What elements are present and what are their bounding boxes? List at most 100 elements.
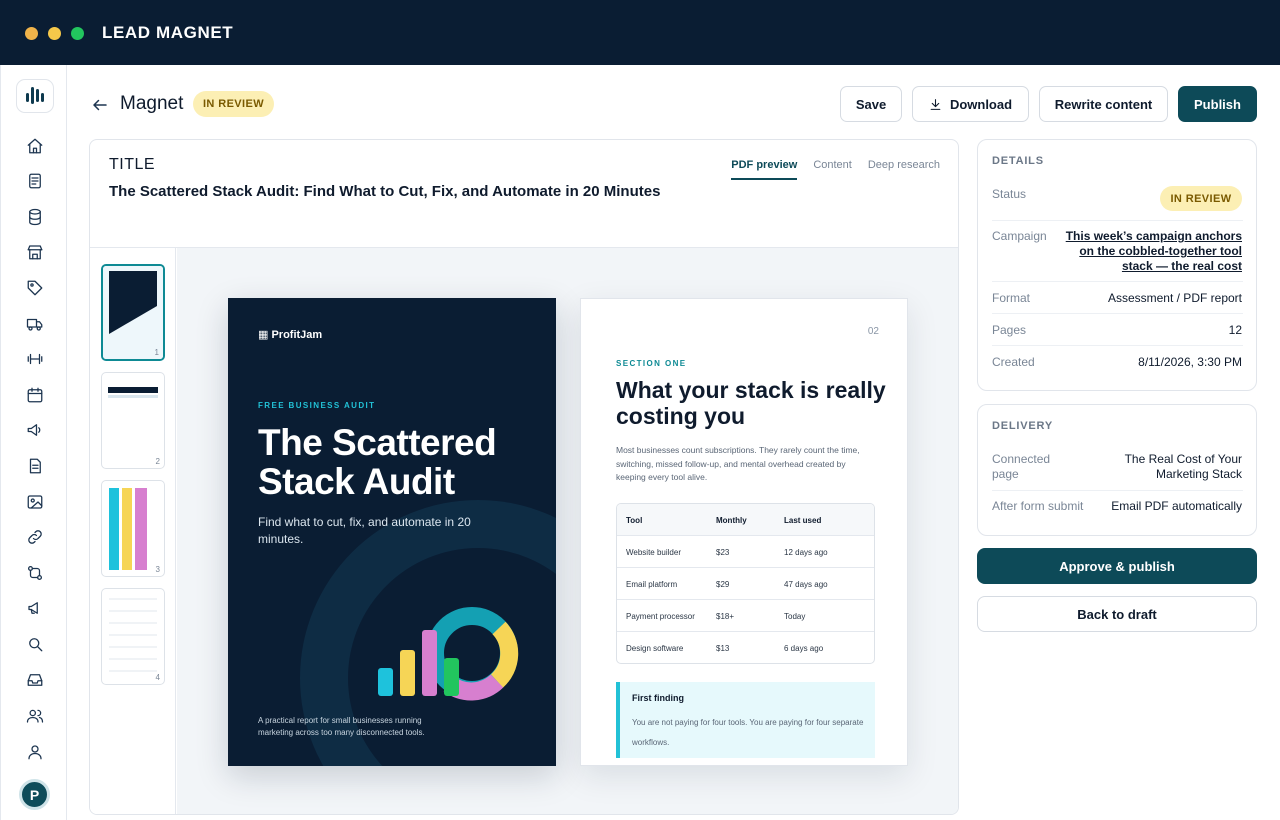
table-header: Last used — [784, 516, 822, 525]
window-maximize-dot[interactable] — [71, 27, 84, 40]
details-heading: DETAILS — [992, 155, 1044, 167]
tab-deep-research[interactable]: Deep research — [868, 159, 940, 180]
cost-table: Tool Monthly Last used Website builder $… — [616, 503, 875, 664]
format-label: Format — [992, 291, 1031, 305]
download-icon — [930, 98, 941, 110]
table-cell: Website builder — [626, 548, 681, 557]
format-value: Assessment / PDF report — [1107, 291, 1242, 305]
table-row: Design software $13 6 days ago — [617, 632, 874, 663]
delivery-heading: DELIVERY — [992, 420, 1054, 432]
cover-brand: ▦ ProfitJam — [258, 329, 323, 341]
finding-title: First finding — [632, 693, 684, 703]
home-icon[interactable] — [24, 135, 46, 157]
announce-icon[interactable] — [24, 597, 46, 619]
page-number: 02 — [867, 326, 879, 337]
app-logo-icon[interactable] — [16, 79, 54, 113]
save-button-label: Save — [855, 96, 887, 112]
magnet-title[interactable]: The Scattered Stack Audit: Find What to … — [109, 183, 660, 200]
window-close-dot[interactable] — [25, 27, 38, 40]
connected-page-label: Connected page — [992, 452, 1051, 481]
title-label: TITLE — [109, 156, 156, 173]
publish-button[interactable]: Publish — [1178, 86, 1257, 122]
rewrite-content-button[interactable]: Rewrite content — [1039, 86, 1168, 122]
status-label: Status — [992, 187, 1027, 201]
back-to-draft-button[interactable]: Back to draft — [977, 596, 1257, 632]
inbox-icon[interactable] — [24, 669, 46, 691]
thumbnail-page-3[interactable]: 3 — [101, 480, 165, 577]
document-icon[interactable] — [24, 170, 46, 192]
thumbnail-page-1[interactable]: 1 — [101, 264, 165, 361]
thumbnail-cover-art — [103, 266, 163, 359]
cover-title: The Scattered Stack Audit — [258, 422, 497, 502]
app-title: LEAD MAGNET — [102, 23, 234, 42]
campaign-label: Campaign — [992, 229, 1047, 243]
avatar[interactable]: P — [19, 779, 50, 810]
cover-brand-text: ProfitJam — [271, 329, 323, 341]
details-card: DETAILS Status IN REVIEW Campaign This w… — [977, 139, 1257, 391]
cover-subtitle: Find what to cut, fix, and automate in 2… — [258, 515, 471, 546]
table-cell: Email platform — [626, 580, 678, 589]
table-cell: Today — [784, 612, 806, 621]
pdf-cover-page: ▦ ProfitJam FREE BUSINESS AUDIT The Scat… — [228, 298, 556, 766]
thumbnail-page-4[interactable]: 4 — [101, 588, 165, 685]
table-cell: $18+ — [716, 612, 735, 621]
thumbnail-number: 2 — [155, 457, 160, 466]
download-button[interactable]: Download — [912, 86, 1029, 122]
section-title: What your stack is really costing you — [616, 377, 886, 429]
approve-publish-button[interactable]: Approve & publish — [977, 548, 1257, 584]
fitness-icon[interactable] — [24, 348, 46, 370]
table-cell: 12 days ago — [784, 548, 828, 557]
search-icon[interactable] — [24, 633, 46, 655]
thumbnail-lines-art — [109, 598, 157, 672]
campaign-link[interactable]: This week’s campaign anchors on the cobb… — [1057, 229, 1242, 274]
divider — [992, 313, 1243, 314]
title-bar: LEAD MAGNET — [0, 0, 1280, 65]
image-icon[interactable] — [24, 491, 46, 513]
divider — [992, 220, 1243, 221]
created-label: Created — [992, 355, 1035, 369]
back-arrow-icon[interactable] — [91, 96, 109, 114]
tab-pdf-preview[interactable]: PDF preview — [731, 159, 798, 180]
approve-button-label: Approve & publish — [1059, 558, 1175, 574]
page-title: Magnet — [120, 93, 184, 114]
table-cell: 47 days ago — [784, 580, 828, 589]
pdf-page-two: 02 SECTION ONE What your stack is really… — [580, 298, 908, 766]
after-submit-value: Email PDF automatically — [1111, 499, 1242, 513]
rewrite-button-label: Rewrite content — [1054, 96, 1153, 112]
store-icon[interactable] — [24, 241, 46, 263]
users-icon[interactable] — [24, 705, 46, 727]
thumbnail-page-art — [108, 387, 158, 398]
window-minimize-dot[interactable] — [48, 27, 61, 40]
database-icon[interactable] — [24, 206, 46, 228]
finding-body: You are not paying for four tools. You a… — [632, 718, 864, 747]
page-thumbnails: 1 2 3 4 — [90, 248, 176, 814]
table-cell: 6 days ago — [784, 644, 824, 653]
table-cell: $23 — [716, 548, 730, 557]
calendar-icon[interactable] — [24, 384, 46, 406]
draft-button-label: Back to draft — [1077, 606, 1157, 622]
connected-page-value[interactable]: The Real Cost of Your Marketing Stack — [1102, 452, 1242, 482]
pages-label: Pages — [992, 323, 1027, 337]
status-badge: IN REVIEW — [193, 91, 274, 117]
table-cell: $29 — [716, 580, 730, 589]
table-cell: Payment processor — [626, 612, 695, 621]
cover-footer: A practical report for small businesses … — [258, 716, 425, 737]
thumbnail-number: 3 — [155, 565, 160, 574]
megaphone-icon[interactable] — [24, 419, 46, 441]
cover-kicker: FREE BUSINESS AUDIT — [258, 401, 376, 410]
truck-icon[interactable] — [24, 313, 46, 335]
thumbnail-bars-art — [109, 488, 147, 570]
tab-content[interactable]: Content — [813, 159, 852, 180]
delivery-card: DELIVERY Connected page The Real Cost of… — [977, 404, 1257, 536]
table-header-row: Tool Monthly Last used — [617, 504, 874, 536]
user-icon[interactable] — [24, 741, 46, 763]
tag-icon[interactable] — [24, 277, 46, 299]
thumbnail-page-2[interactable]: 2 — [101, 372, 165, 469]
file-icon[interactable] — [24, 455, 46, 477]
divider — [992, 281, 1243, 282]
save-button[interactable]: Save — [840, 86, 902, 122]
section-kicker: SECTION ONE — [616, 359, 687, 368]
workflow-icon[interactable] — [24, 562, 46, 584]
publish-button-label: Publish — [1194, 96, 1241, 112]
link-icon[interactable] — [24, 526, 46, 548]
